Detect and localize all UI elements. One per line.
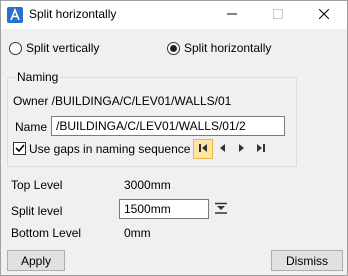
close-button[interactable] [301, 1, 347, 29]
use-gaps-label: Use gaps in naming sequence [29, 142, 191, 156]
top-level-label: Top Level [11, 178, 63, 192]
previous-button[interactable] [213, 139, 233, 159]
split-horizontally-option[interactable]: Split horizontally [167, 41, 271, 55]
app-logo-icon [7, 7, 23, 23]
split-level-label: Split level [11, 204, 63, 218]
first-button[interactable] [193, 139, 213, 159]
first-icon [198, 142, 208, 156]
name-field[interactable]: /BUILDINGA/C/LEV01/WALLS/01/2 [51, 116, 285, 136]
split-vertically-option[interactable]: Split vertically [9, 41, 99, 55]
dismiss-button[interactable]: Dismiss [271, 250, 343, 271]
close-icon [318, 8, 330, 22]
window-title: Split horizontally [29, 7, 117, 21]
split-horizontally-radio[interactable] [167, 41, 180, 55]
apply-button[interactable]: Apply [7, 250, 65, 271]
split-vertically-radio[interactable] [9, 41, 22, 55]
maximize-icon [273, 8, 283, 22]
previous-icon [218, 142, 228, 156]
split-horizontally-label: Split horizontally [184, 41, 272, 55]
bottom-level-value: 0mm [124, 226, 151, 240]
title-bar[interactable]: Split horizontally [1, 1, 347, 29]
next-icon [236, 142, 246, 156]
maximize-button[interactable] [255, 1, 301, 29]
last-button[interactable] [251, 139, 271, 159]
dialog-window: Split horizontally Split vertically Spli… [0, 0, 348, 276]
name-label: Name [15, 120, 48, 134]
last-icon [256, 142, 266, 156]
minimize-icon [227, 8, 237, 22]
checkmark-icon [14, 142, 25, 156]
bottom-level-label: Bottom Level [11, 226, 82, 240]
pick-level-icon [214, 202, 228, 219]
use-gaps-checkbox[interactable] [13, 142, 26, 155]
owner-text: Owner /BUILDINGA/C/LEV01/WALLS/01 [13, 94, 232, 108]
split-level-field[interactable]: 1500mm [119, 199, 209, 219]
naming-legend: Naming [15, 70, 61, 84]
top-level-value: 3000mm [124, 178, 171, 192]
next-button[interactable] [231, 139, 251, 159]
pick-level-button[interactable] [214, 202, 230, 216]
minimize-button[interactable] [209, 1, 255, 29]
split-vertically-label: Split vertically [26, 41, 100, 55]
